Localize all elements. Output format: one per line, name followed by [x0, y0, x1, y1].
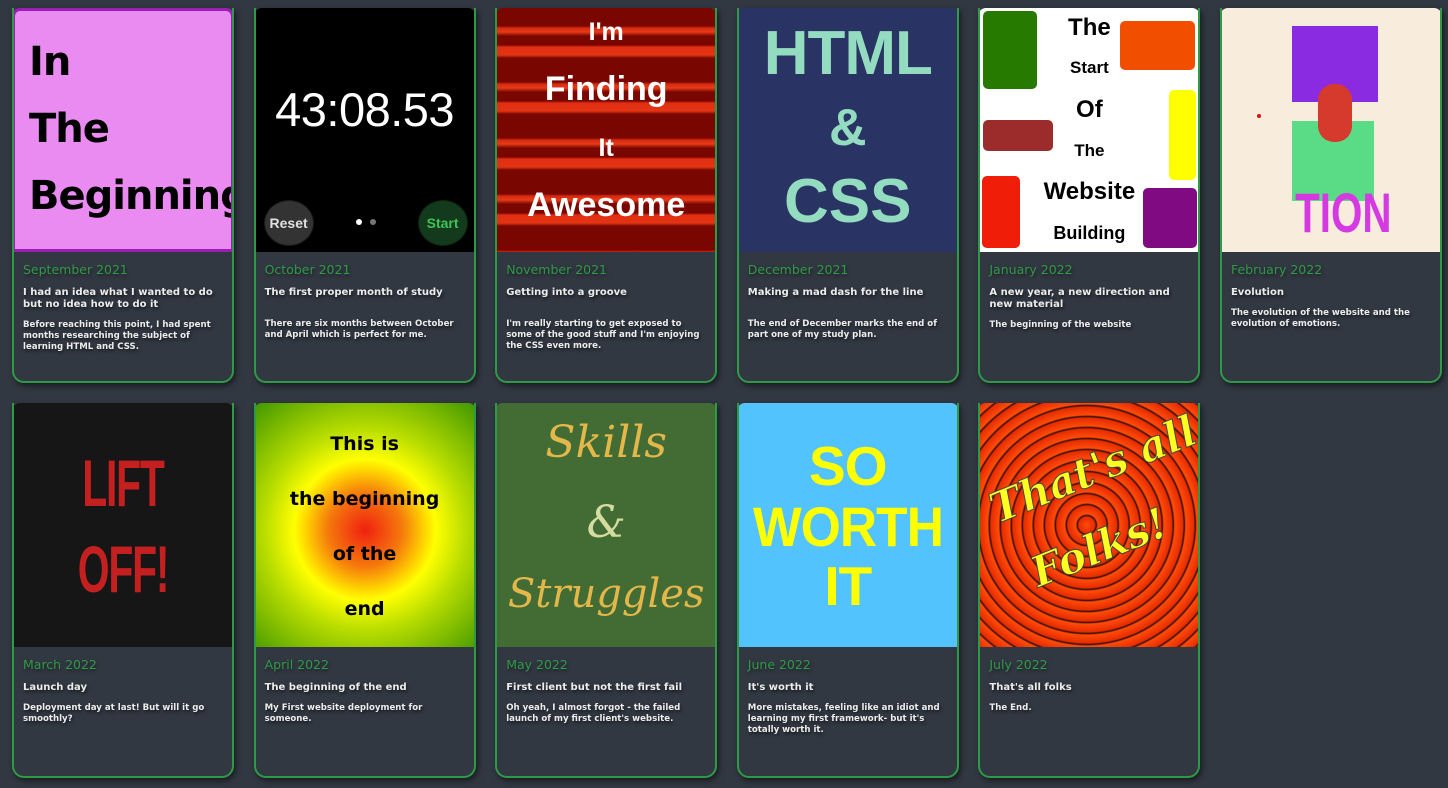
- card-title: That's all folks: [989, 682, 1072, 693]
- card-date: July 2022: [989, 657, 1048, 672]
- card-title: Making a mad dash for the line: [747, 287, 924, 298]
- card-description: My First website deployment for someone.: [264, 703, 423, 724]
- image-text: WORTH: [752, 495, 944, 558]
- card-date: January 2022: [989, 262, 1073, 277]
- image-text: CSS: [784, 167, 912, 236]
- card-image: I'm Finding It Awesome: [497, 8, 716, 252]
- card-date: March 2022: [23, 657, 97, 672]
- stopwatch-start-button: Start: [417, 200, 468, 246]
- image-text: The: [29, 106, 110, 152]
- card-image: This is the beginning of the end: [255, 403, 474, 647]
- image-text: the beginning: [289, 488, 440, 510]
- timeline-card-june-2022[interactable]: SO WORTH IT June 2022 It's worth it More…: [736, 403, 959, 778]
- image-text: of the: [332, 543, 397, 565]
- timeline-card-february-2022[interactable]: EV TION February 2022 Evolution The evol…: [1219, 8, 1442, 383]
- card-image: 43:08.53 Reset Start: [255, 8, 474, 252]
- image-text: LIFT: [82, 446, 165, 520]
- card-description: I'm really starting to get exposed to so…: [506, 319, 700, 351]
- card-title: A new year, a new direction and new mate…: [989, 287, 1170, 310]
- card-title: Evolution: [1230, 287, 1284, 298]
- image-text: &: [586, 497, 626, 548]
- card-date: May 2022: [506, 657, 568, 672]
- timeline-card-october-2021[interactable]: 43:08.53 Reset Start October 2021 The fi…: [253, 8, 476, 383]
- timeline-card-april-2022[interactable]: This is the beginning of the end April 2…: [253, 403, 476, 778]
- red-dot-icon: [1256, 114, 1261, 118]
- card-image: That's all Folks!: [980, 403, 1199, 647]
- card-image: HTML & CSS: [738, 8, 957, 252]
- card-image: Skills & Struggles: [497, 403, 716, 647]
- card-date: June 2022: [747, 657, 811, 672]
- image-text: &: [829, 99, 867, 157]
- image-text: Skills: [545, 417, 667, 468]
- card-image: SO WORTH IT: [738, 403, 957, 647]
- image-text: This is: [330, 433, 399, 455]
- card-image: LIFT OFF!: [14, 403, 232, 647]
- card-date: February 2022: [1230, 262, 1323, 277]
- image-text: SO: [809, 435, 887, 497]
- image-text: OFF!: [77, 532, 170, 606]
- card-description: Deployment day at last! But will it go s…: [23, 703, 205, 724]
- timeline-card-may-2022[interactable]: Skills & Struggles May 2022 First client…: [495, 403, 718, 778]
- image-text: Beginning: [29, 173, 234, 219]
- image-text: TION: [1295, 181, 1392, 244]
- image-text: Start: [1070, 58, 1109, 77]
- card-date: October 2021: [264, 262, 351, 277]
- card-title: I had an idea what I wanted to do but no…: [23, 287, 213, 310]
- image-text: IT: [824, 555, 872, 617]
- card-description: More mistakes, feeling like an idiot and…: [747, 703, 940, 735]
- card-image: In The Beginning: [14, 8, 234, 252]
- image-text: HTML: [763, 19, 933, 88]
- timeline-card-november-2021[interactable]: I'm Finding It Awesome November 2021 Get…: [495, 8, 718, 383]
- card-image: EV TION: [1221, 8, 1440, 252]
- timeline-card-december-2021[interactable]: HTML & CSS December 2021 Making a mad da…: [736, 8, 959, 383]
- image-text: Website: [1043, 178, 1136, 205]
- card-date: December 2021: [747, 262, 849, 277]
- page-dot-icon: [369, 219, 376, 225]
- card-title: Launch day: [23, 682, 88, 693]
- image-text: Finding: [544, 70, 668, 108]
- card-description: The beginning of the website: [989, 320, 1132, 330]
- timeline-card-january-2022[interactable]: The Start Of The Website Building Januar…: [978, 8, 1201, 383]
- card-date: September 2021: [23, 262, 128, 277]
- timeline-card-july-2022[interactable]: That's all Folks! July 2022 That's all f…: [978, 403, 1201, 778]
- evo-block-o: [1317, 84, 1352, 142]
- image-text: It: [598, 134, 614, 162]
- image-text: Struggles: [507, 571, 705, 617]
- timeline-card-september-2021[interactable]: In The Beginning September 2021 I had an…: [12, 8, 234, 383]
- card-description: Before reaching this point, I had spent …: [23, 320, 211, 352]
- image-text: The: [1074, 141, 1105, 160]
- image-text: Of: [1076, 96, 1103, 123]
- card-description: The End.: [989, 703, 1032, 713]
- image-text: end: [344, 598, 385, 620]
- card-description: There are six months between October and…: [264, 319, 454, 340]
- page-dot-icon: [355, 219, 362, 225]
- image-text: I'm: [588, 18, 624, 46]
- card-title: The first proper month of study: [264, 287, 443, 298]
- card-description: The end of December marks the end of par…: [747, 319, 937, 340]
- image-text: In: [29, 39, 71, 85]
- stopwatch-reset-button: Reset: [263, 200, 314, 246]
- card-title: First client but not the first fail: [506, 682, 683, 693]
- card-title: Getting into a groove: [506, 287, 627, 298]
- card-title: The beginning of the end: [264, 682, 407, 693]
- card-date: November 2021: [506, 262, 607, 277]
- card-image: The Start Of The Website Building: [980, 8, 1199, 252]
- image-text: The: [1068, 14, 1111, 41]
- timeline-grid: In The Beginning September 2021 I had an…: [12, 8, 1442, 778]
- card-description: Oh yeah, I almost forgot - the failed la…: [506, 703, 681, 724]
- stopwatch-time: 43:08.53: [275, 83, 455, 136]
- card-description: The evolution of the website and the evo…: [1230, 308, 1410, 329]
- timeline-card-march-2022[interactable]: LIFT OFF! March 2022 Launch day Deployme…: [12, 403, 234, 778]
- card-title: It's worth it: [747, 682, 814, 693]
- image-text: Building: [1053, 223, 1126, 243]
- image-text: Awesome: [527, 186, 686, 224]
- card-date: April 2022: [264, 657, 329, 672]
